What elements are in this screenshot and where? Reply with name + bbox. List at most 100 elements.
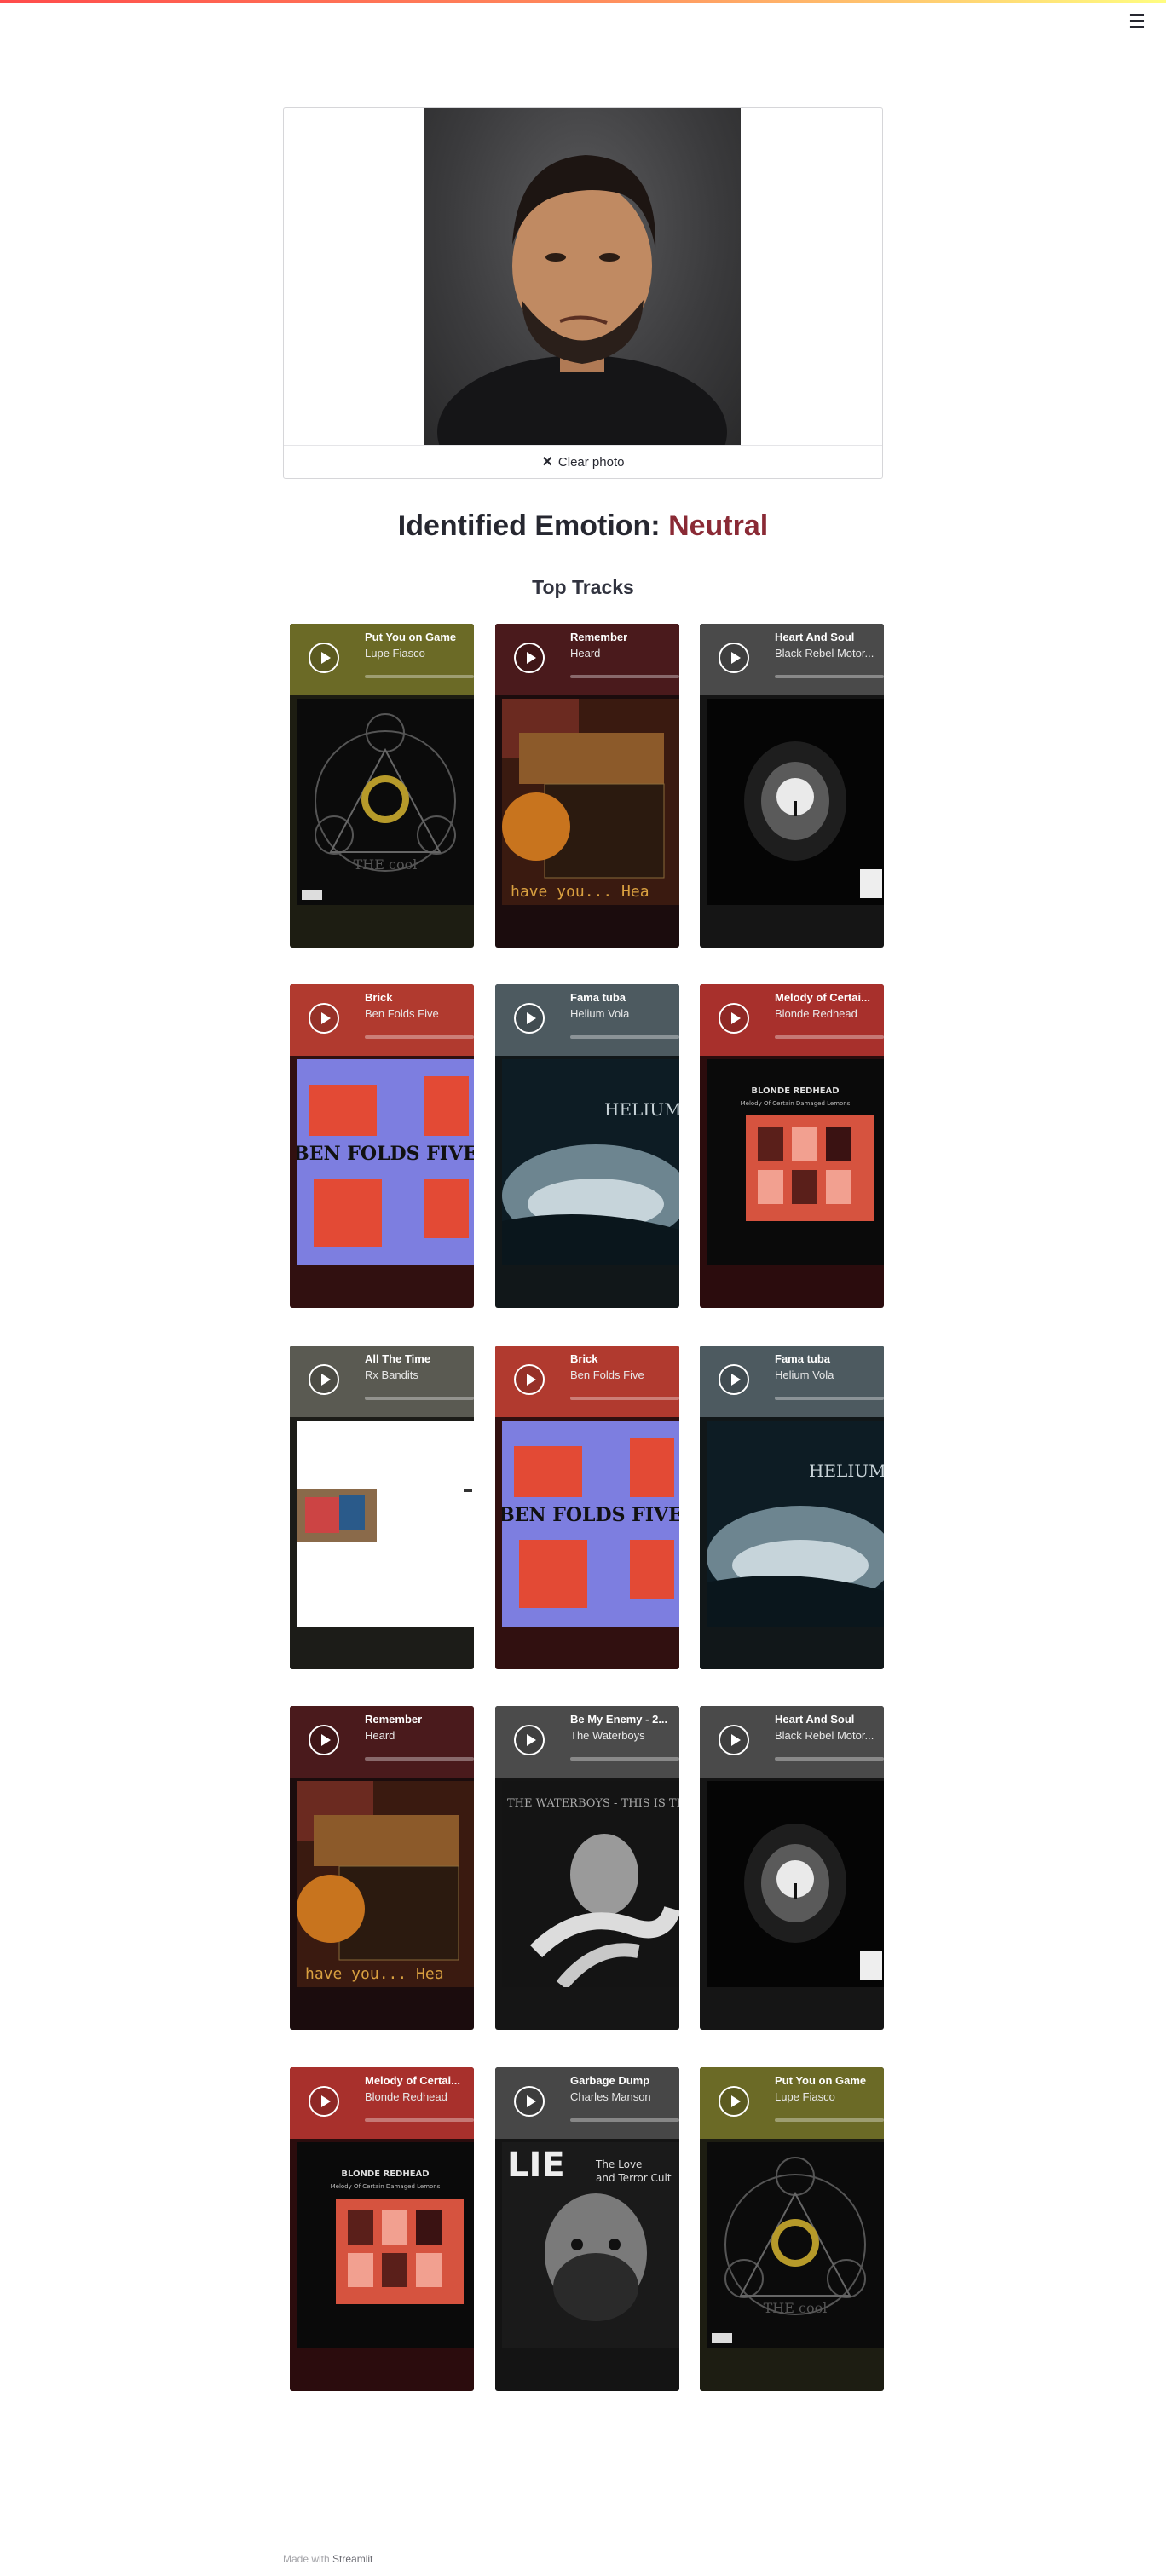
track-progress-bar[interactable] — [570, 1757, 679, 1761]
clear-photo-button[interactable]: ✕ Clear photo — [284, 445, 882, 478]
track-progress-bar[interactable] — [365, 1035, 474, 1039]
emotion-value: Neutral — [668, 510, 769, 542]
track-title[interactable]: Heart And Soul — [775, 1713, 880, 1726]
track-card[interactable]: Fama tuba Helium Vola HELIUMVO — [495, 984, 679, 1308]
track-title[interactable]: Be My Enemy - 2... — [570, 1713, 676, 1726]
track-artist[interactable]: Ben Folds Five — [570, 1369, 676, 1381]
track-artist[interactable]: Lupe Fiasco — [775, 2090, 880, 2103]
track-artist[interactable]: Rx Bandits — [365, 1369, 470, 1381]
track-title[interactable]: Garbage Dump — [570, 2074, 676, 2087]
track-progress-bar[interactable] — [775, 1757, 884, 1761]
track-progress-bar[interactable] — [775, 675, 884, 678]
track-title[interactable]: Brick — [570, 1352, 676, 1365]
track-card[interactable]: Put You on Game Lupe Fiasco THE cool — [290, 624, 474, 948]
play-icon[interactable] — [309, 1003, 339, 1034]
track-artist[interactable]: Black Rebel Motor... — [775, 1729, 880, 1742]
track-card[interactable]: Heart And Soul Black Rebel Motor... — [700, 624, 884, 948]
portrait-image — [437, 155, 727, 446]
track-card[interactable]: Fama tuba Helium Vola HELIUMVO — [700, 1346, 884, 1669]
track-artist[interactable]: Heard — [365, 1729, 470, 1742]
play-icon[interactable] — [514, 2086, 545, 2117]
track-progress-bar[interactable] — [775, 1035, 884, 1039]
track-progress-bar[interactable] — [775, 1397, 884, 1400]
track-artist[interactable]: Lupe Fiasco — [365, 647, 470, 660]
track-artist[interactable]: The Waterboys — [570, 1729, 676, 1742]
track-progress-bar[interactable] — [570, 1035, 679, 1039]
track-card[interactable]: Remember Heard have you... Hea — [290, 1706, 474, 2030]
track-card[interactable]: Brick Ben Folds Five BEN FOLDS FIVE — [290, 984, 474, 1308]
track-card[interactable]: Be My Enemy - 2... The Waterboys THE WAT… — [495, 1706, 679, 2030]
track-artist[interactable]: Helium Vola — [570, 1007, 676, 1020]
album-cover-art: BLONDE REDHEAD Melody Of Certain Damaged… — [707, 1059, 884, 1265]
play-icon[interactable] — [719, 643, 749, 673]
track-title[interactable]: Put You on Game — [775, 2074, 880, 2087]
track-title[interactable]: Fama tuba — [775, 1352, 880, 1365]
track-player-header: Brick Ben Folds Five — [495, 1346, 679, 1417]
track-title[interactable]: Put You on Game — [365, 631, 470, 643]
footer: Made with Streamlit — [283, 2553, 372, 2565]
track-progress-bar[interactable] — [365, 1397, 474, 1400]
track-progress-bar[interactable] — [365, 1757, 474, 1761]
play-icon[interactable] — [719, 2086, 749, 2117]
track-title[interactable]: All The Time — [365, 1352, 470, 1365]
svg-text:THE WATERBOYS - THIS IS THE S: THE WATERBOYS - THIS IS THE S — [507, 1797, 679, 1810]
svg-text:Melody Of Certain Damaged Lemo: Melody Of Certain Damaged Lemons — [741, 1100, 851, 1107]
track-player-header: Fama tuba Helium Vola — [495, 984, 679, 1056]
track-artist[interactable]: Blonde Redhead — [365, 2090, 470, 2103]
track-card[interactable]: Remember Heard have you... Hea — [495, 624, 679, 948]
track-player-header: Melody of Certai... Blonde Redhead — [290, 2067, 474, 2139]
play-icon[interactable] — [309, 643, 339, 673]
track-artist[interactable]: Charles Manson — [570, 2090, 676, 2103]
album-cover: BEN FOLDS FIVE — [297, 1059, 474, 1265]
track-title[interactable]: Remember — [365, 1713, 470, 1726]
track-title[interactable]: Fama tuba — [570, 991, 676, 1004]
top-tracks-heading: Top Tracks — [532, 576, 634, 598]
play-icon[interactable] — [309, 1725, 339, 1755]
play-icon[interactable] — [309, 1364, 339, 1395]
track-progress-bar[interactable] — [775, 2118, 884, 2122]
play-icon[interactable] — [514, 1003, 545, 1034]
album-cover — [707, 699, 884, 905]
album-cover: BLONDE REDHEAD Melody Of Certain Damaged… — [297, 2142, 474, 2348]
track-card[interactable]: Brick Ben Folds Five BEN FOLDS FIVE — [495, 1346, 679, 1669]
play-icon[interactable] — [719, 1364, 749, 1395]
track-artist[interactable]: Black Rebel Motor... — [775, 647, 880, 660]
track-progress-bar[interactable] — [570, 1397, 679, 1400]
track-card[interactable]: Melody of Certai... Blonde Redhead BLOND… — [700, 984, 884, 1308]
play-icon[interactable] — [719, 1725, 749, 1755]
track-progress-bar[interactable] — [365, 2118, 474, 2122]
track-title[interactable]: Brick — [365, 991, 470, 1004]
track-card[interactable]: Garbage Dump Charles Manson LIE The Love… — [495, 2067, 679, 2391]
streamlit-link[interactable]: Streamlit — [332, 2553, 372, 2565]
track-player-header: Put You on Game Lupe Fiasco — [700, 2067, 884, 2139]
play-icon[interactable] — [719, 1003, 749, 1034]
track-title[interactable]: Remember — [570, 631, 676, 643]
track-progress-bar[interactable] — [570, 675, 679, 678]
track-progress-bar[interactable] — [365, 675, 474, 678]
hamburger-menu-icon[interactable]: ☰ — [1125, 10, 1149, 34]
svg-text:have you... Hea: have you... Hea — [305, 1965, 444, 1983]
album-cover-art — [707, 1781, 884, 1987]
track-card[interactable]: Melody of Certai... Blonde Redhead BLOND… — [290, 2067, 474, 2391]
track-artist[interactable]: Blonde Redhead — [775, 1007, 880, 1020]
track-card[interactable]: Heart And Soul Black Rebel Motor... — [700, 1706, 884, 2030]
play-icon[interactable] — [514, 643, 545, 673]
play-icon[interactable] — [514, 1725, 545, 1755]
play-icon[interactable] — [309, 2086, 339, 2117]
track-title[interactable]: Melody of Certai... — [365, 2074, 470, 2087]
album-cover: BEN FOLDS FIVE — [502, 1421, 679, 1627]
track-player-header: Remember Heard — [290, 1706, 474, 1778]
album-cover: HELIUMVO — [707, 1421, 884, 1627]
track-title[interactable]: Melody of Certai... — [775, 991, 880, 1004]
track-artist[interactable]: Ben Folds Five — [365, 1007, 470, 1020]
track-card[interactable]: Put You on Game Lupe Fiasco THE cool — [700, 2067, 884, 2391]
track-title[interactable]: Heart And Soul — [775, 631, 880, 643]
track-card[interactable]: All The Time Rx Bandits — [290, 1346, 474, 1669]
track-artist[interactable]: Heard — [570, 647, 676, 660]
svg-text:HELIUMVO: HELIUMVO — [604, 1099, 679, 1120]
track-player-header: Melody of Certai... Blonde Redhead — [700, 984, 884, 1056]
album-cover: THE cool — [707, 2142, 884, 2348]
play-icon[interactable] — [514, 1364, 545, 1395]
track-progress-bar[interactable] — [570, 2118, 679, 2122]
track-artist[interactable]: Helium Vola — [775, 1369, 880, 1381]
